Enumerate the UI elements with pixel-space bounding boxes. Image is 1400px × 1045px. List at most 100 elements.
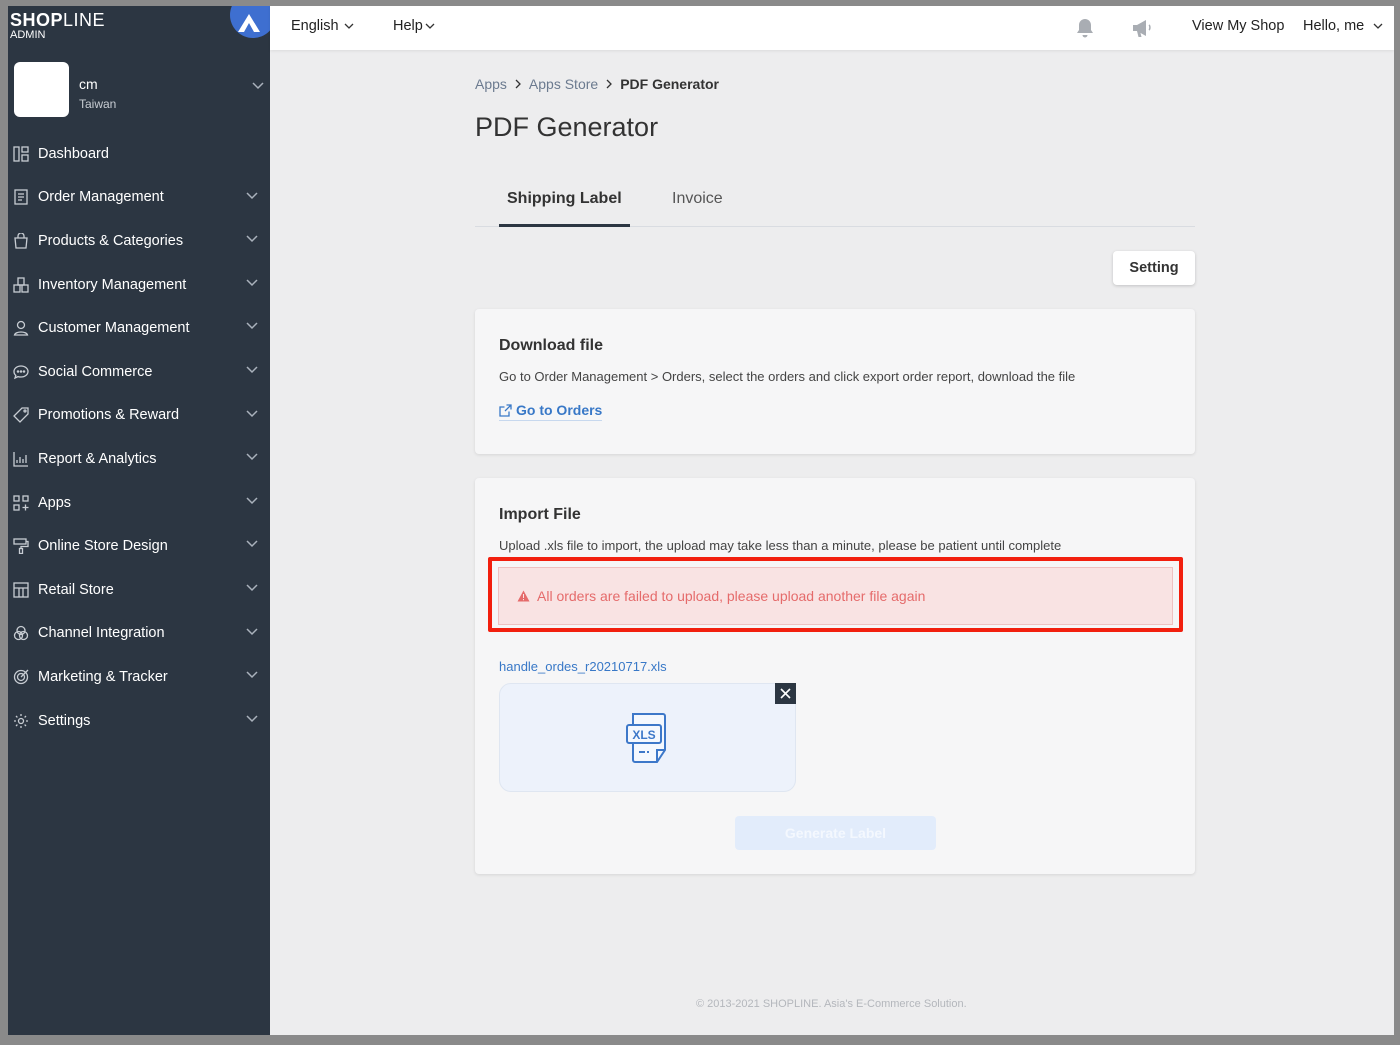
user-menu[interactable]: Hello, me [1303, 18, 1383, 34]
sidebar-item-reports[interactable]: Report & Analytics [8, 437, 270, 481]
sidebar-item-products[interactable]: Products & Categories [8, 219, 270, 263]
shop-switcher[interactable]: cm Taiwan [14, 62, 264, 118]
view-my-shop-link[interactable]: View My Shop [1192, 18, 1284, 34]
announcement-megaphone-icon[interactable] [1130, 17, 1154, 39]
download-title: Download file [499, 337, 603, 354]
sidebar-item-social-commerce[interactable]: Social Commerce [8, 350, 270, 394]
import-file-card: Import File Upload .xls file to import, … [475, 478, 1195, 874]
setting-button[interactable]: Setting [1113, 251, 1195, 285]
chart-icon [11, 449, 31, 469]
download-file-card: Download file Go to Order Management > O… [475, 309, 1195, 454]
sidebar-item-promotions[interactable]: Promotions & Reward [8, 394, 270, 438]
chevron-down-icon [246, 192, 258, 199]
breadcrumb-apps[interactable]: Apps [475, 76, 507, 92]
breadcrumb-apps-store[interactable]: Apps Store [529, 76, 598, 92]
bag-icon [11, 231, 31, 251]
target-icon [11, 667, 31, 687]
error-highlight-box [488, 557, 1183, 632]
user-greeting: Hello, me [1303, 18, 1365, 34]
sidebar-item-label: Products & Categories [38, 232, 184, 249]
brush-icon [11, 536, 31, 556]
gear-icon [11, 711, 31, 731]
sidebar-item-label: Apps [38, 494, 72, 511]
tag-icon [11, 405, 31, 425]
help-menu[interactable]: Help [393, 18, 435, 34]
import-description: Upload .xls file to import, the upload m… [499, 538, 1062, 553]
sidebar-item-online-store-design[interactable]: Online Store Design [8, 524, 270, 568]
sidebar-item-label: Order Management [38, 189, 164, 206]
chevron-down-icon [246, 235, 258, 243]
chevron-down-icon [246, 322, 258, 330]
sidebar-item-label: Customer Management [38, 320, 190, 337]
remove-file-close-icon[interactable] [775, 683, 796, 704]
shop-avatar [14, 62, 69, 117]
footer-copyright: © 2013-2021 SHOPLINE. Asia's E-Commerce … [696, 998, 967, 1010]
sidebar-item-order-management[interactable]: Order Management [8, 176, 270, 220]
import-title: Import File [499, 506, 581, 523]
sidebar-item-label: Online Store Design [38, 538, 168, 555]
sidebar-item-retail-store[interactable]: Retail Store [8, 568, 270, 612]
chevron-down-icon [246, 453, 258, 461]
language-label: English [291, 18, 339, 34]
chevron-down-icon [246, 628, 258, 635]
sidebar-item-apps[interactable]: Apps [8, 481, 270, 525]
sidebar-item-label: Social Commerce [38, 363, 153, 380]
shop-name: cm [79, 76, 98, 92]
external-link-icon [499, 403, 512, 417]
dashboard-icon [11, 144, 31, 164]
notification-bell-icon[interactable] [1074, 17, 1096, 39]
language-selector[interactable]: English [291, 18, 354, 34]
sidebar-item-label: Channel Integration [38, 625, 165, 642]
tab-bar: Shipping Label Invoice [475, 176, 1195, 227]
uploaded-file-name[interactable]: handle_ordes_r20210717.xls [499, 659, 667, 674]
sidebar-item-label: Settings [38, 712, 91, 729]
chevron-down-icon [344, 23, 354, 29]
breadcrumb-current: PDF Generator [620, 76, 719, 92]
chevron-down-icon [246, 540, 258, 548]
xls-file-icon: XLS [626, 713, 666, 763]
top-header: English Help View My Shop Hello, me [270, 6, 1394, 50]
view-my-shop-label: View My Shop [1192, 18, 1285, 34]
sidebar-item-label: Promotions & Reward [38, 407, 180, 424]
chevron-down-icon [246, 366, 258, 374]
uploaded-file-preview: XLS [499, 683, 796, 792]
order-icon [11, 187, 31, 207]
chat-icon [11, 362, 31, 382]
chevron-down-icon [246, 671, 258, 679]
go-to-orders-link[interactable]: Go to Orders [499, 402, 603, 421]
chevron-down-icon [1373, 23, 1383, 29]
shop-region: Taiwan [79, 97, 117, 111]
sidebar-nav: Dashboard Order Management Products & Ca… [8, 132, 270, 742]
generate-label-button[interactable]: Generate Label [735, 816, 936, 850]
sidebar-item-settings[interactable]: Settings [8, 699, 270, 743]
person-icon [11, 318, 31, 338]
sidebar-item-channel-integration[interactable]: Channel Integration [8, 612, 270, 656]
chevron-down-icon [246, 584, 258, 591]
go-to-orders-label: Go to Orders [516, 402, 603, 418]
sidebar-item-label: Dashboard [38, 145, 109, 162]
apps-icon [11, 493, 31, 513]
chevron-down-icon [246, 410, 258, 417]
sidebar-item-inventory[interactable]: Inventory Management [8, 263, 270, 307]
sidebar-item-dashboard[interactable]: Dashboard [8, 132, 270, 176]
tab-invoice[interactable]: Invoice [672, 190, 723, 208]
sidebar-item-marketing[interactable]: Marketing & Tracker [8, 655, 270, 699]
page-title: PDF Generator [475, 112, 659, 142]
xls-label: XLS [632, 728, 655, 742]
chevron-right-icon [606, 79, 613, 89]
app-frame: SHOPLINE ADMIN cm Taiwan Dashboard Order… [8, 6, 1394, 1035]
sidebar-item-customers[interactable]: Customer Management [8, 306, 270, 350]
logo[interactable]: SHOPLINE ADMIN [10, 10, 105, 41]
tab-shipping-label[interactable]: Shipping Label [499, 190, 630, 227]
sidebar-item-label: Inventory Management [38, 276, 187, 293]
chevron-down-icon [246, 497, 258, 504]
brand-name: SHOPLINE [10, 10, 106, 30]
sidebar-item-label: Marketing & Tracker [38, 668, 168, 685]
sidebar: SHOPLINE ADMIN cm Taiwan Dashboard Order… [8, 6, 276, 1035]
sidebar-item-label: Retail Store [38, 581, 114, 598]
chevron-down-icon [246, 715, 258, 722]
channel-icon [11, 623, 31, 643]
chevron-down-icon [425, 23, 435, 29]
inventory-icon [11, 275, 31, 295]
chevron-down-icon [246, 279, 258, 286]
